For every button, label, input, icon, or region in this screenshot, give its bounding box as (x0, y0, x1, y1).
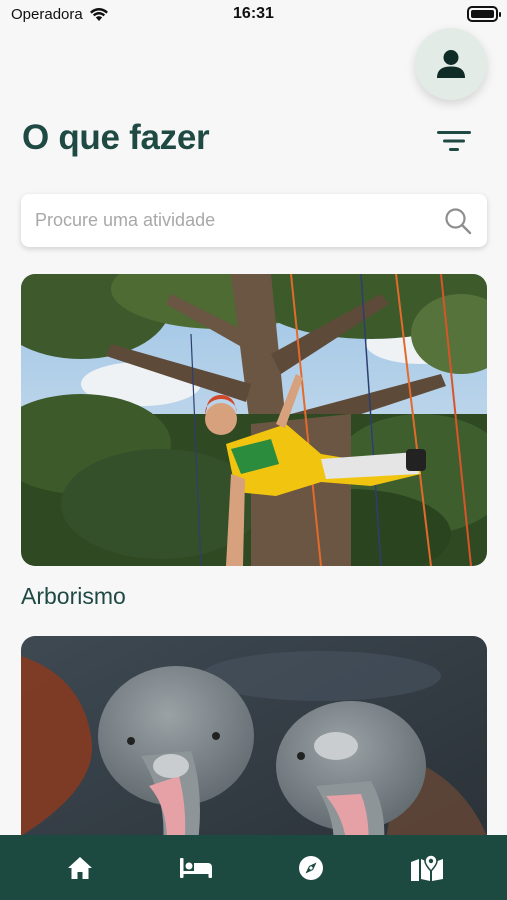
activity-image-dolphins (21, 636, 487, 866)
search-button[interactable] (443, 206, 473, 236)
user-icon (437, 50, 465, 78)
nav-explore[interactable] (281, 843, 341, 893)
bottom-navigation (0, 835, 507, 900)
battery-icon (467, 6, 501, 22)
search-input[interactable] (35, 210, 443, 231)
page-title: O que fazer (22, 118, 210, 157)
filter-button[interactable] (436, 126, 472, 156)
activity-card-dolphins[interactable] (21, 636, 487, 866)
activities-screen: Operadora 16:31 O que fazer Procure uma … (0, 0, 507, 900)
search-icon (445, 207, 472, 234)
profile-button[interactable] (415, 28, 487, 100)
activity-card-arborismo[interactable]: Arborismo (21, 274, 487, 610)
filter-icon (437, 131, 471, 151)
nav-accommodation[interactable] (166, 843, 226, 893)
activity-image-arborismo (21, 274, 487, 566)
nav-map[interactable] (397, 843, 457, 893)
bed-icon (179, 857, 212, 878)
status-time: 16:31 (233, 5, 274, 22)
activity-title: Arborismo (21, 583, 126, 609)
home-icon (67, 856, 92, 879)
map-icon (411, 853, 444, 881)
nav-home[interactable] (50, 843, 110, 893)
compass-icon (299, 855, 324, 880)
search-bar[interactable] (21, 194, 487, 247)
status-bar: Operadora 16:31 (0, 0, 507, 32)
